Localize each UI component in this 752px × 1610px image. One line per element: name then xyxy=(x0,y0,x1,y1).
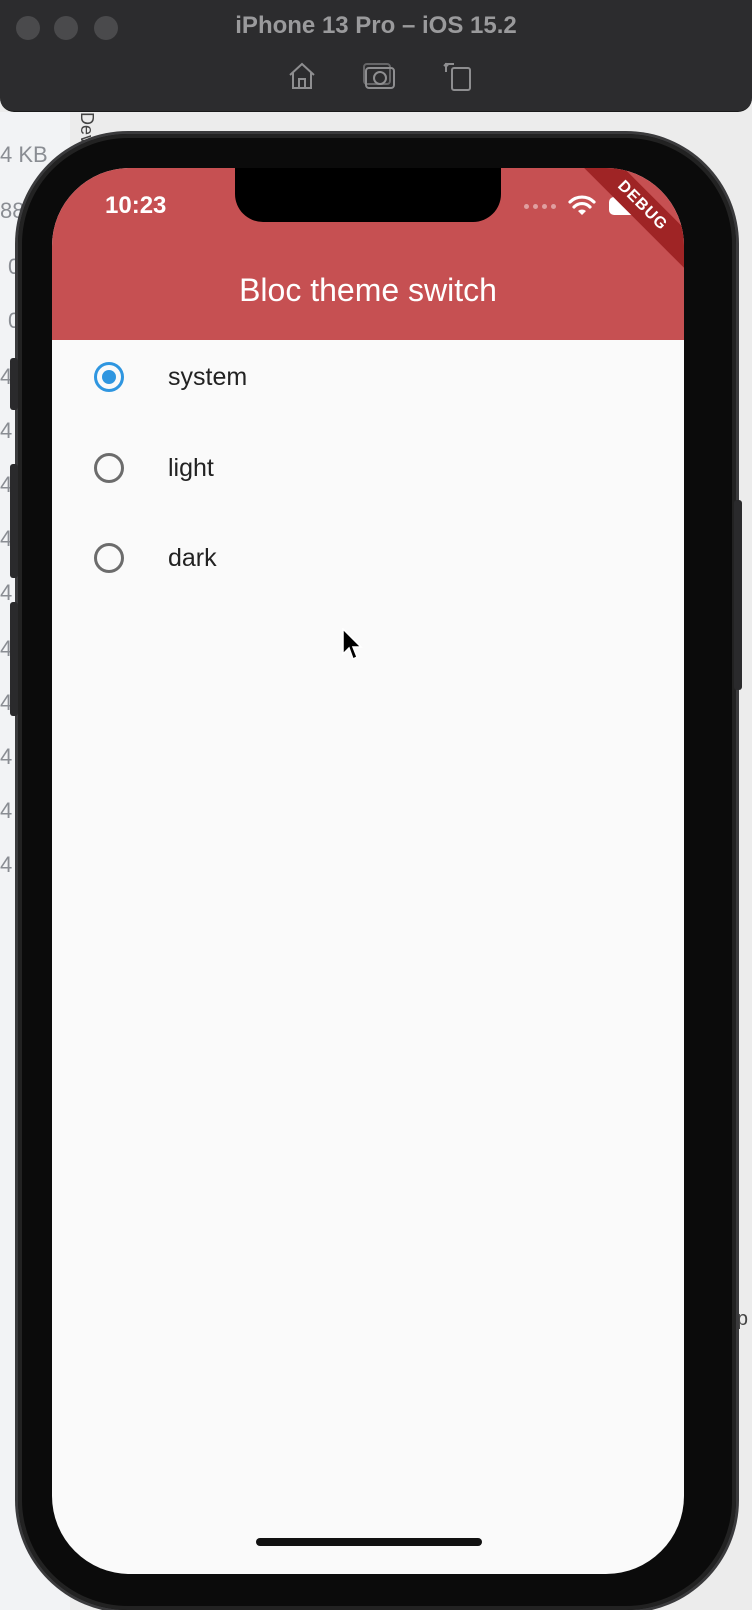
volume-down-button xyxy=(10,602,18,716)
mouse-cursor-icon xyxy=(342,628,363,661)
desktop: 4 KB 88 0 0 4 4 I 4 4 4 4 4 4 I 4 I 4 I … xyxy=(0,0,752,1610)
radio-button[interactable] xyxy=(94,543,124,573)
theme-option-label: system xyxy=(168,362,248,391)
status-time: 10:23 xyxy=(105,192,167,219)
power-button xyxy=(734,500,742,690)
camera-icon[interactable] xyxy=(362,58,398,94)
debug-banner: DEBUG xyxy=(561,168,684,287)
theme-option-system[interactable]: system xyxy=(52,332,684,422)
radio-button[interactable] xyxy=(94,453,124,483)
theme-option-dark[interactable]: dark xyxy=(52,513,684,603)
signal-icon xyxy=(524,203,556,209)
simulator-title: iPhone 13 Pro – iOS 15.2 xyxy=(235,12,517,39)
simulator-titlebar: iPhone 13 Pro – iOS 15.2 xyxy=(0,0,752,112)
theme-option-label: dark xyxy=(168,543,217,572)
notch xyxy=(235,168,501,222)
page-title: Bloc theme switch xyxy=(239,272,497,308)
theme-option-light[interactable]: light xyxy=(52,423,684,513)
phone-screen: 10:23 Bloc theme switch DEBUG system lig… xyxy=(52,168,684,1574)
home-indicator[interactable] xyxy=(256,1538,482,1546)
mute-switch xyxy=(10,358,18,410)
radio-button-selected[interactable] xyxy=(94,362,124,392)
wifi-icon xyxy=(568,195,596,215)
app-bar: 10:23 Bloc theme switch DEBUG xyxy=(52,168,684,340)
rotate-icon[interactable] xyxy=(440,58,476,94)
home-icon[interactable] xyxy=(284,58,320,94)
theme-option-label: light xyxy=(168,453,214,482)
volume-up-button xyxy=(10,464,18,578)
